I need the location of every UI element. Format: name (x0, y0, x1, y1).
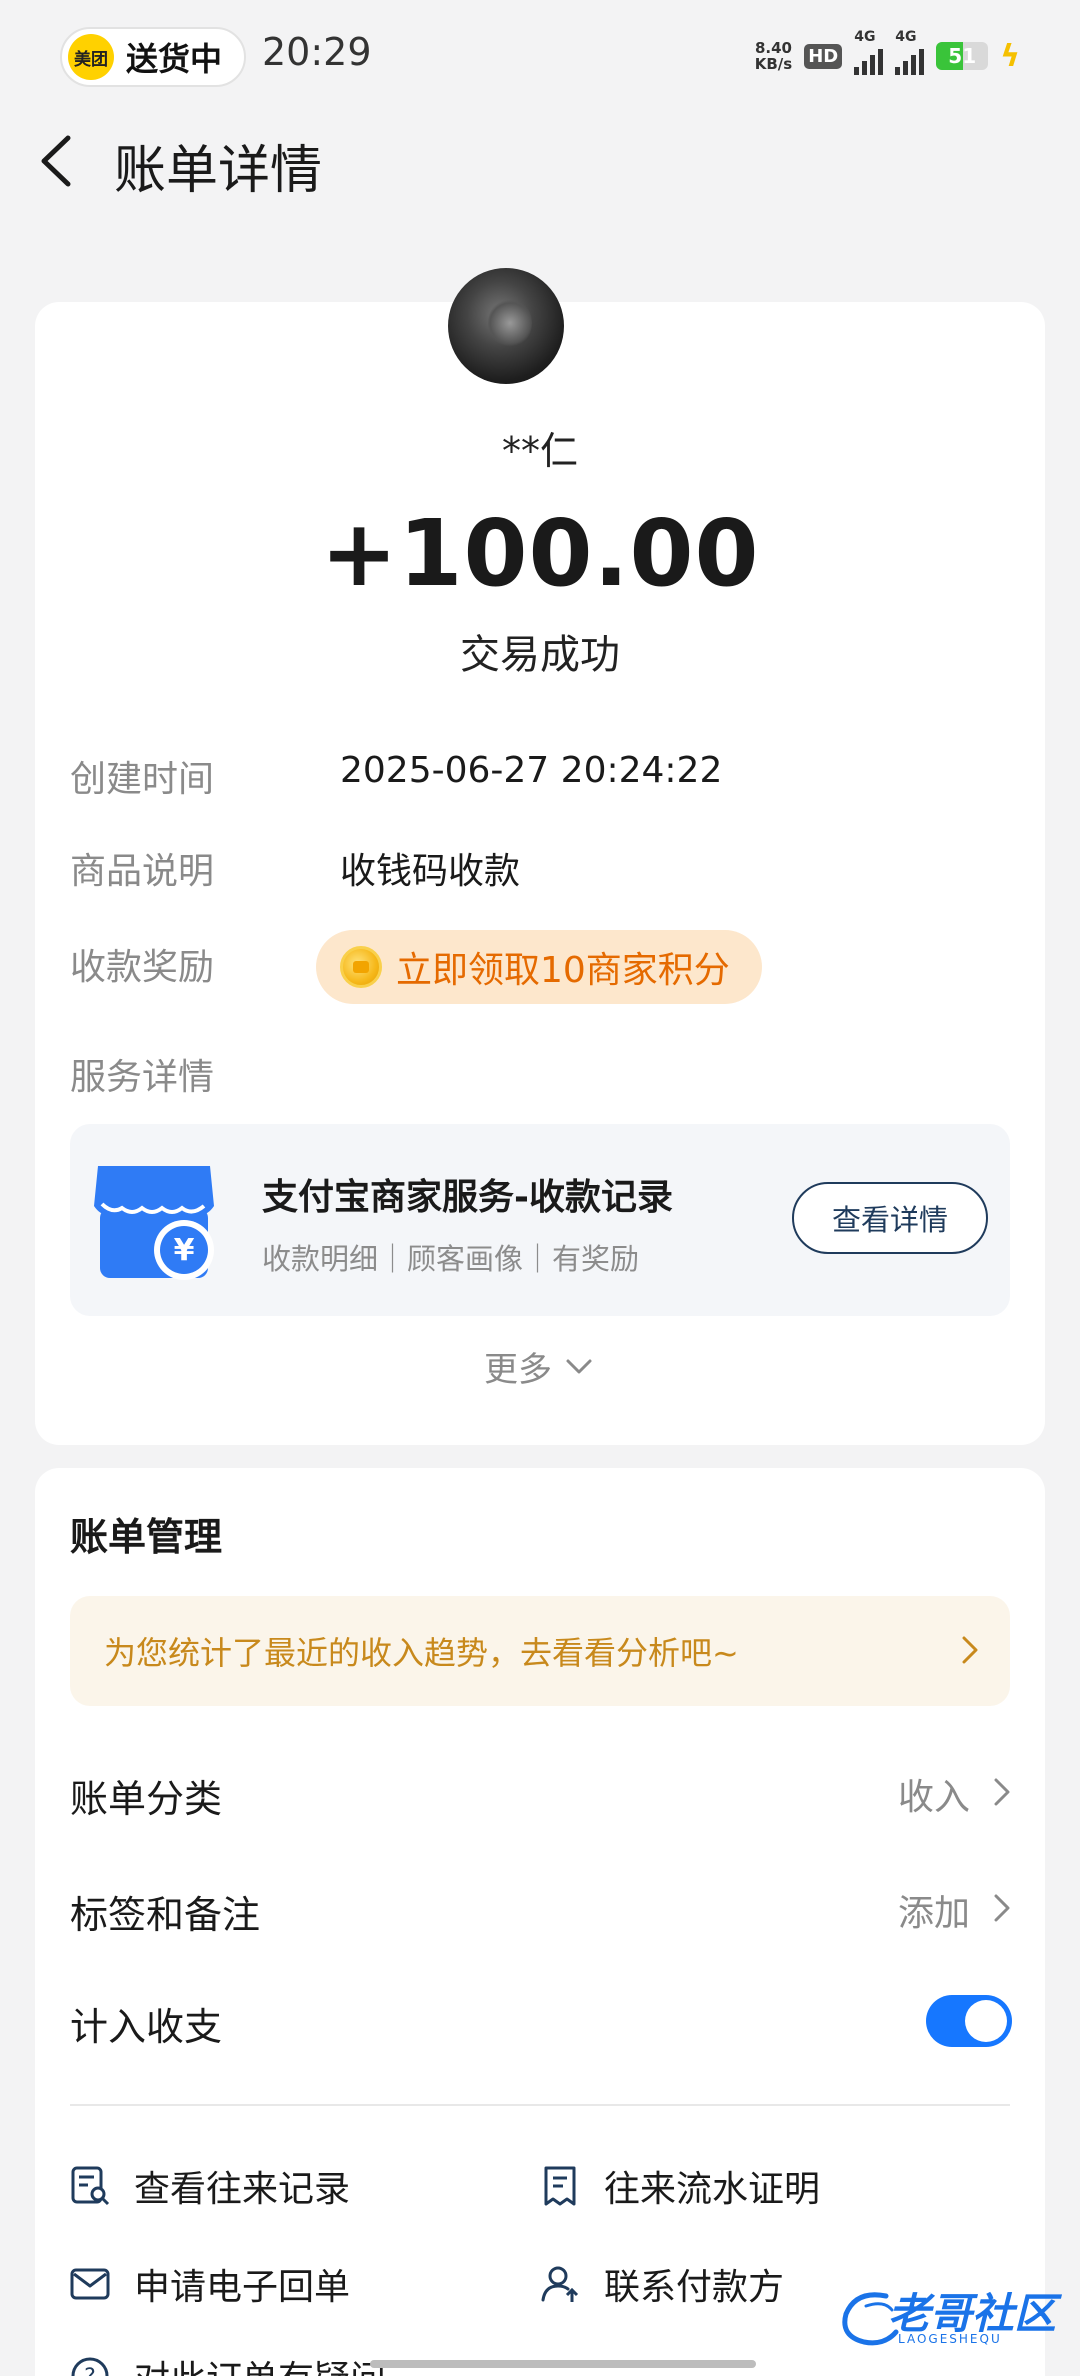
battery-icon: 51 (936, 42, 989, 70)
chevron-left-icon (41, 135, 71, 187)
chevron-down-icon (566, 1359, 592, 1373)
record-search-icon (71, 2166, 110, 2206)
service-details-label: 服务详情 (70, 1057, 215, 1098)
svg-text:?: ? (84, 2365, 96, 2376)
tags-notes-value: 添加 (897, 1893, 970, 1934)
product-desc-value: 收钱码收款 (340, 851, 521, 892)
back-button[interactable] (30, 128, 90, 194)
watermark-logo: 老哥社区 LAOGESHEQU (836, 2278, 1066, 2354)
divider (70, 2104, 1010, 2106)
merchant-service-card[interactable]: ¥ 支付宝商家服务-收款记录 收款明细｜顾客画像｜有奖励 查看详情 (70, 1124, 1010, 1316)
contact-payer-label: 联系付款方 (604, 2267, 785, 2308)
service-title: 支付宝商家服务-收款记录 (262, 1177, 673, 1218)
status-bar: 美团 送货中 20:29 8.40 KB/s HD 4G 4G 51 ϟ (0, 0, 1080, 110)
hd-voice-icon: HD (804, 43, 843, 69)
net-speed-unit: KB/s (754, 55, 793, 73)
chevron-right-icon (994, 1778, 1010, 1806)
service-subtitle: 收款明细｜顾客画像｜有奖励 (262, 1242, 640, 1276)
count-in-budget-label: 计入收支 (70, 2005, 223, 2049)
meituan-logo: 美团 (68, 34, 114, 80)
toggle-knob (965, 2000, 1007, 2042)
home-indicator[interactable] (370, 2360, 756, 2368)
transaction-proof-label: 往来流水证明 (604, 2169, 821, 2210)
sim1-network-label: 4G (854, 29, 876, 45)
transaction-status: 交易成功 (460, 632, 620, 678)
bill-category-label: 账单分类 (70, 1777, 223, 1821)
transaction-proof-link[interactable]: 往来流水证明 (538, 2160, 820, 2212)
more-label: 更多 (484, 1350, 552, 1390)
income-analysis-banner[interactable]: 为您统计了最近的收入趋势，去看看分析吧~ (70, 1596, 1010, 1706)
e-receipt-label: 申请电子回单 (134, 2267, 351, 2308)
created-time-label: 创建时间 (70, 759, 215, 800)
contact-person-icon (541, 2266, 579, 2302)
coin-icon (340, 946, 382, 988)
avatar[interactable] (448, 268, 564, 384)
charging-bolt-icon: ϟ (1000, 38, 1020, 74)
analysis-banner-text: 为您统计了最近的收入趋势，去看看分析吧~ (104, 1634, 739, 1672)
count-in-budget-toggle[interactable] (926, 1995, 1012, 2047)
chevron-right-icon (962, 1636, 978, 1664)
chevron-right-icon (994, 1894, 1010, 1922)
order-question-label: 对此订单有疑问 (134, 2350, 386, 2376)
shop-yuan-icon: ¥ (94, 1166, 214, 1280)
status-clock: 20:29 (262, 30, 372, 74)
svg-text:¥: ¥ (174, 1233, 195, 1268)
battery-level: 51 (948, 44, 977, 68)
view-details-button[interactable]: 查看详情 (792, 1182, 988, 1254)
live-activity-pill[interactable]: 美团 送货中 (60, 27, 246, 87)
payer-name: **仁 (501, 429, 578, 473)
page-title: 账单详情 (114, 141, 323, 201)
view-transaction-history-link[interactable]: 查看往来记录 (68, 2160, 350, 2212)
order-question-link[interactable]: ? 对此订单有疑问 (68, 2350, 386, 2376)
page-header: 账单详情 (0, 110, 1080, 210)
claim-reward-button[interactable]: 立即领取10商家积分 (316, 930, 762, 1004)
sim2-network-label: 4G (895, 29, 917, 45)
view-history-label: 查看往来记录 (134, 2169, 351, 2210)
more-toggle[interactable]: 更多 (0, 1342, 1080, 1391)
created-time-value: 2025-06-27 20:24:22 (340, 750, 723, 791)
watermark-subtext: LAOGESHEQU (898, 2332, 1002, 2346)
claim-reward-text: 立即领取10商家积分 (396, 950, 730, 991)
bill-category-value: 收入 (897, 1777, 970, 1818)
tags-notes-label: 标签和备注 (70, 1893, 261, 1937)
contact-payer-link[interactable]: 联系付款方 (538, 2258, 784, 2310)
section-title: 账单管理 (70, 1515, 223, 1559)
e-receipt-link[interactable]: 申请电子回单 (68, 2258, 350, 2310)
delivery-status-text: 送货中 (126, 40, 223, 78)
transaction-amount: +100.00 (320, 500, 760, 607)
product-desc-label: 商品说明 (70, 851, 215, 892)
signal-icon-sim2: 4G (895, 29, 925, 75)
reward-label: 收款奖励 (70, 947, 215, 988)
signal-icon-sim1: 4G (854, 29, 884, 75)
question-icon: ? (71, 2357, 109, 2376)
document-icon (544, 2166, 576, 2206)
mail-icon (70, 2268, 110, 2300)
net-speed-value: 8.40 (754, 39, 792, 57)
system-indicators: 8.40 KB/s HD 4G 4G 51 ϟ (755, 29, 1020, 78)
net-speed: 8.40 KB/s (755, 40, 792, 72)
